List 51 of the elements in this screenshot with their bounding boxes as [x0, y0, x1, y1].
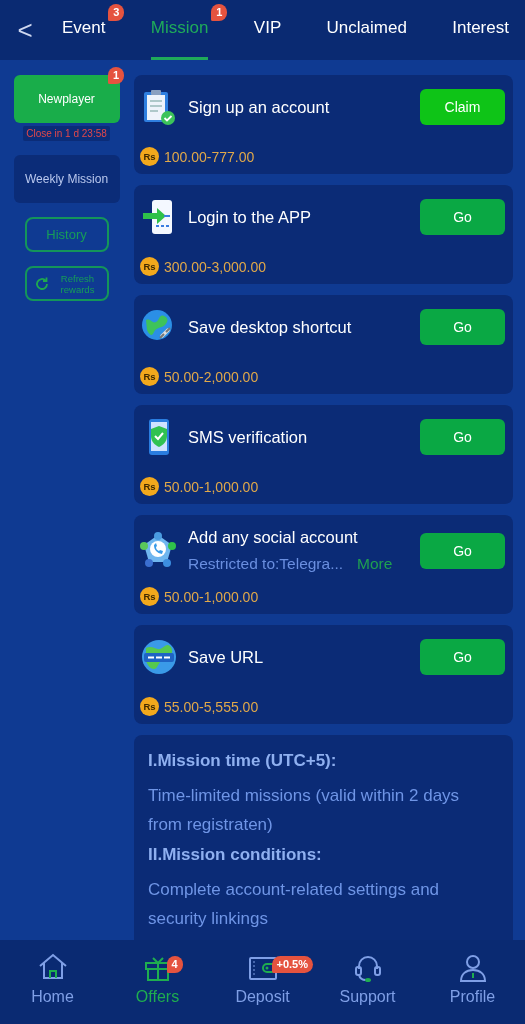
coin-icon: Rs [140, 587, 159, 606]
history-button[interactable]: History [24, 217, 109, 252]
task-title: Save desktop shortcut [188, 317, 353, 337]
task-title: Login to the APP [188, 207, 312, 227]
rule-heading: II.Mission conditions: [148, 845, 323, 865]
phone-network-icon [140, 531, 178, 570]
go-button[interactable]: Go [420, 309, 505, 345]
reward-amount: 50.00-1,000.00 [164, 588, 259, 605]
reward-amount: 50.00-1,000.00 [164, 478, 259, 495]
more-link[interactable]: More [357, 555, 393, 573]
notification-badge: 3 [108, 3, 125, 21]
task-title: SMS verification [188, 427, 309, 447]
go-button[interactable]: Go [420, 532, 505, 569]
reward-amount: 100.00-777.00 [164, 148, 255, 165]
tab[interactable]: Mission [150, 0, 209, 60]
refresh-button[interactable]: Refresh rewards [24, 266, 109, 301]
coin-icon: Rs [140, 147, 159, 166]
refresh-icon [33, 275, 50, 292]
nav-item[interactable]: Support [322, 952, 413, 1006]
rule-text: Time-limited missions (valid within 2 days from registraten) [148, 785, 461, 836]
coin-icon: Rs [140, 697, 159, 716]
coin-icon: Rs [140, 257, 159, 276]
coin-icon: Rs [140, 367, 159, 386]
notification-badge: 1 [211, 3, 228, 21]
notification-badge: +0.5% [271, 956, 313, 973]
reward-amount: 55.00-5,555.00 [164, 698, 259, 715]
notification-badge: 4 [166, 956, 183, 973]
rule-heading: I.Mission time (UTC+5): [148, 751, 338, 771]
countdown-text: Close in 1 d 23:58 [23, 126, 110, 141]
nav-item[interactable]: Profile [427, 952, 518, 1006]
task-title: Add any social account [188, 528, 359, 547]
go-button[interactable]: Go [420, 199, 505, 235]
restriction-text: Restricted to:Telegra... [188, 555, 344, 573]
task-title: Save URL [188, 647, 265, 667]
tab[interactable]: Unclaimed [326, 0, 407, 60]
nav-item[interactable]: Home [7, 952, 98, 1006]
go-button[interactable]: Go [420, 419, 505, 455]
task-title: Sign up an account [188, 97, 331, 117]
rule-text: Complete account-related settings and security linkings [148, 879, 441, 930]
claim-button[interactable]: Claim [420, 89, 505, 125]
reward-amount: 300.00-3,000.00 [164, 258, 266, 275]
go-button[interactable]: Go [420, 639, 505, 675]
tab[interactable]: Interest [452, 0, 509, 60]
reward-amount: 50.00-2,000.00 [164, 368, 259, 385]
notification-badge: 1 [107, 67, 124, 84]
coin-icon: Rs [140, 477, 159, 496]
back-button[interactable]: < [2, 10, 48, 50]
sidebar-item[interactable]: Weekly Mission [13, 155, 120, 203]
globe-icon [140, 638, 178, 676]
tab[interactable]: VIP [253, 0, 282, 60]
tab[interactable]: Event [62, 0, 106, 60]
